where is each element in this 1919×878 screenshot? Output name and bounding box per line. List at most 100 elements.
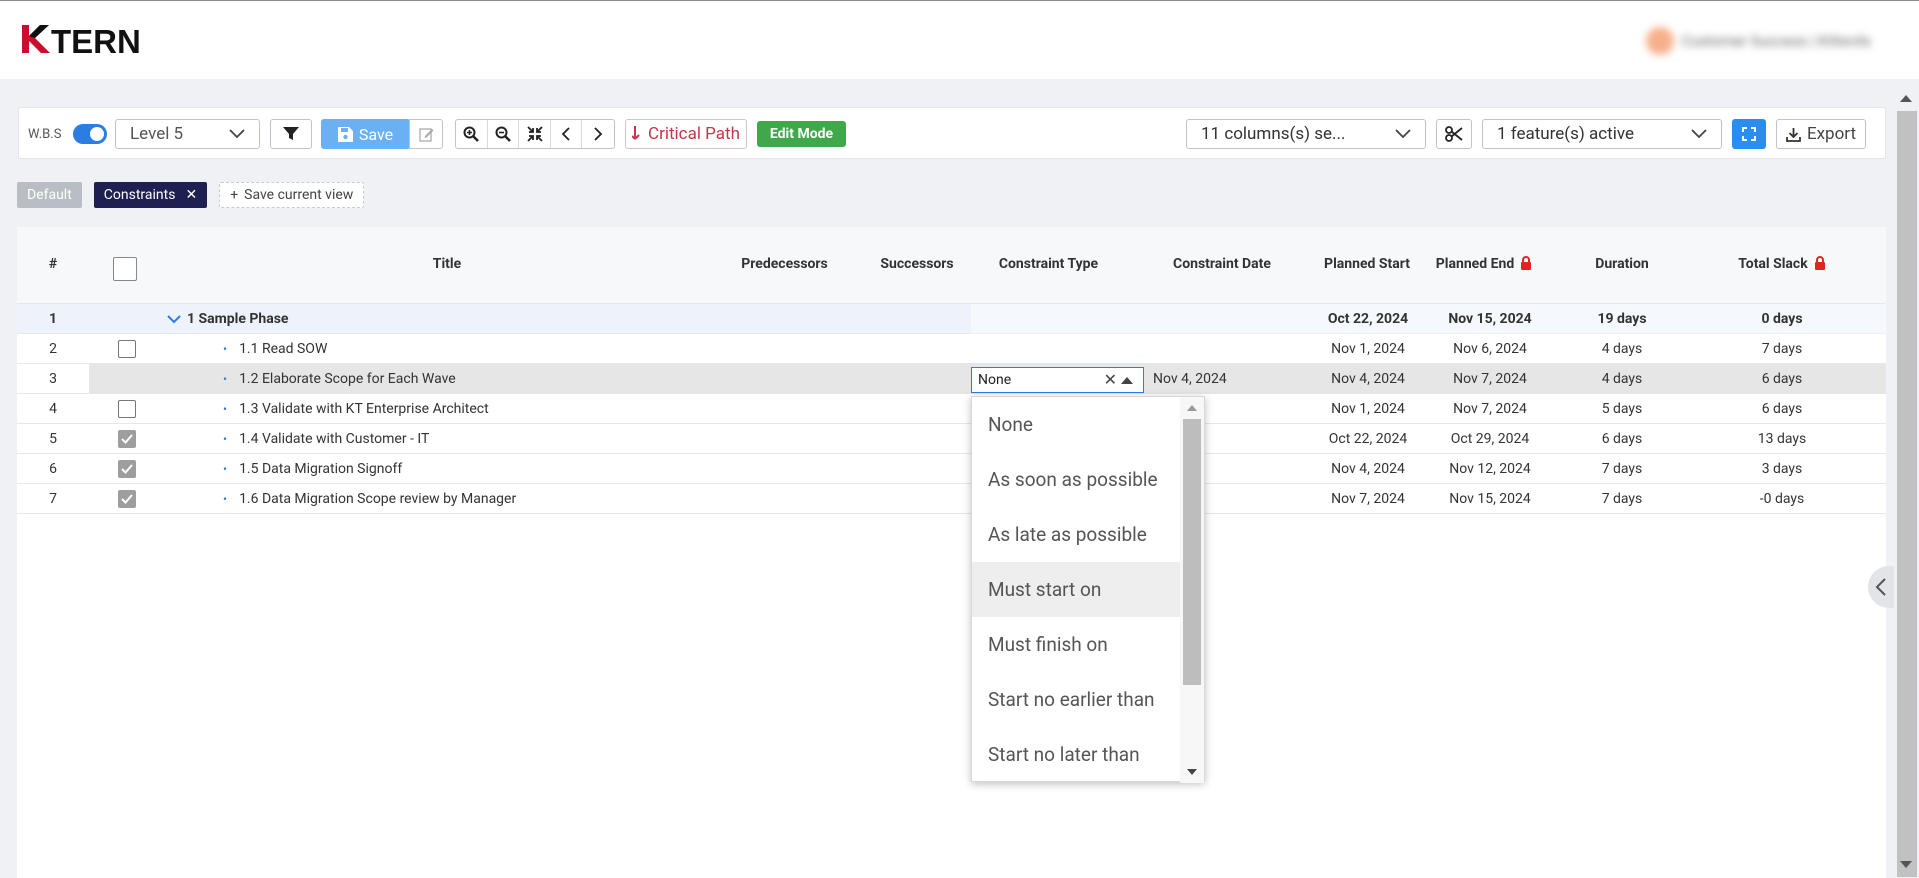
plus-icon: + bbox=[230, 187, 239, 203]
grid-header: # Title Predecessors Successors Constrai… bbox=[17, 227, 1886, 304]
row-checkbox-cell[interactable] bbox=[112, 334, 142, 364]
scissors-button[interactable] bbox=[1436, 119, 1472, 149]
row-constraint-date[interactable]: Nov 4, 2024 bbox=[1153, 364, 1273, 394]
col-duration[interactable]: Duration bbox=[1577, 256, 1667, 272]
view-default-tag[interactable]: Default bbox=[17, 182, 82, 208]
features-select[interactable]: 1 feature(s) active bbox=[1482, 119, 1722, 149]
table-row[interactable]: 7 • 1.6 Data Migration Scope review by Ma… bbox=[17, 484, 1886, 514]
table-row[interactable]: 4 • 1.3 Validate with KT Enterprise Archi… bbox=[17, 394, 1886, 424]
next-button[interactable] bbox=[582, 120, 614, 148]
dropdown-option[interactable]: Start no earlier than bbox=[972, 672, 1180, 727]
prev-button[interactable] bbox=[551, 120, 583, 148]
row-planned-start: Oct 22, 2024 bbox=[1327, 311, 1409, 327]
scroll-thumb[interactable] bbox=[1897, 111, 1917, 877]
dropdown-option[interactable]: Must finish on bbox=[972, 617, 1180, 672]
col-constraint-date[interactable]: Constraint Date bbox=[1147, 256, 1297, 272]
chevron-down-icon bbox=[1691, 129, 1707, 139]
edit-mode-button[interactable]: Edit Mode bbox=[757, 121, 846, 147]
fullscreen-button[interactable] bbox=[1732, 119, 1766, 149]
select-all-checkbox[interactable] bbox=[113, 257, 137, 281]
dropdown-option[interactable]: As soon as possible bbox=[972, 452, 1180, 507]
scroll-down-icon[interactable] bbox=[1900, 861, 1912, 868]
dropdown-option[interactable]: As late as possible bbox=[972, 507, 1180, 562]
level-select[interactable]: Level 5 bbox=[115, 119, 260, 149]
dropdown-option[interactable]: None bbox=[972, 397, 1180, 452]
zoom-in-button[interactable] bbox=[456, 120, 488, 148]
table-row[interactable]: 1 1 Sample Phase Oct 22, 2024 Nov 15, 20… bbox=[17, 304, 1886, 334]
clear-icon[interactable]: ✕ bbox=[1104, 370, 1117, 389]
critical-path-button[interactable]: Critical Path bbox=[625, 119, 747, 149]
row-title-cell[interactable]: • 1.5 Data Migration Signoff bbox=[167, 454, 727, 484]
user-avatar bbox=[1645, 27, 1674, 55]
row-checkbox[interactable] bbox=[118, 460, 136, 478]
row-duration: 19 days bbox=[1597, 311, 1647, 327]
row-duration: 6 days bbox=[1601, 431, 1643, 447]
table-row[interactable]: 5 • 1.4 Validate with Customer - IT Oct 2… bbox=[17, 424, 1886, 454]
scroll-down-icon[interactable] bbox=[1187, 769, 1197, 775]
edit-button[interactable] bbox=[409, 119, 443, 149]
row-title-cell[interactable]: • 1.6 Data Migration Scope review by Mana… bbox=[167, 484, 727, 514]
row-checkbox[interactable] bbox=[118, 400, 136, 418]
app-header: TERN Customer Success | Kittevils bbox=[0, 1, 1919, 79]
row-checkbox[interactable] bbox=[118, 340, 136, 358]
row-checkbox[interactable] bbox=[118, 490, 136, 508]
scroll-up-icon[interactable] bbox=[1187, 405, 1197, 411]
row-title-cell[interactable]: • 1.1 Read SOW bbox=[167, 334, 727, 364]
dropdown-option[interactable]: Start no later than bbox=[972, 727, 1180, 782]
row-checkbox-cell[interactable] bbox=[112, 484, 142, 514]
chevron-down-icon[interactable] bbox=[167, 314, 181, 324]
dropdown-scroll-thumb[interactable] bbox=[1183, 419, 1201, 685]
critical-path-icon bbox=[632, 126, 640, 140]
ktern-logo[interactable]: TERN bbox=[20, 21, 152, 57]
table-row[interactable]: 6 • 1.5 Data Migration Signoff Nov 4, 202… bbox=[17, 454, 1886, 484]
row-title-cell[interactable]: 1 Sample Phase bbox=[167, 304, 727, 334]
columns-select[interactable]: 11 columns(s) se... bbox=[1186, 119, 1426, 149]
row-planned-end: Oct 29, 2024 bbox=[1450, 431, 1530, 447]
table-row[interactable]: 2 • 1.1 Read SOW Nov 1, 2024 Nov 6, 2024 … bbox=[17, 334, 1886, 364]
col-num[interactable]: # bbox=[17, 256, 89, 272]
dropdown-scrollbar[interactable] bbox=[1180, 397, 1204, 783]
save-button[interactable]: Save bbox=[321, 119, 410, 149]
caret-up-icon[interactable] bbox=[1121, 377, 1133, 384]
col-total-slack-label: Total Slack bbox=[1738, 256, 1808, 272]
constraint-type-value: None bbox=[978, 372, 1012, 388]
row-checkbox[interactable] bbox=[118, 430, 136, 448]
gantt-grid: # Title Predecessors Successors Constrai… bbox=[17, 227, 1886, 878]
table-row[interactable]: 3 • 1.2 Elaborate Scope for Each Wave Non… bbox=[17, 364, 1886, 394]
view-constraints-label: Constraints bbox=[103, 187, 176, 203]
col-planned-end[interactable]: Planned End bbox=[1429, 256, 1539, 272]
download-icon bbox=[1786, 127, 1801, 142]
row-duration: 7 days bbox=[1601, 491, 1643, 507]
filter-button[interactable] bbox=[270, 119, 312, 149]
row-checkbox-cell[interactable] bbox=[112, 394, 142, 424]
dropdown-option[interactable]: Must start on bbox=[972, 562, 1180, 617]
constraint-type-combobox[interactable]: None ✕ bbox=[971, 367, 1144, 393]
row-checkbox-cell[interactable] bbox=[112, 424, 142, 454]
row-number: 1 bbox=[48, 311, 58, 327]
save-view-button[interactable]: + Save current view bbox=[219, 182, 365, 208]
view-constraints-tag[interactable]: Constraints ✕ bbox=[93, 182, 208, 208]
row-checkbox-cell[interactable] bbox=[112, 454, 142, 484]
scroll-up-icon[interactable] bbox=[1900, 95, 1912, 102]
col-title[interactable]: Title bbox=[367, 256, 527, 272]
col-predecessors[interactable]: Predecessors bbox=[717, 256, 852, 272]
fit-button[interactable] bbox=[519, 120, 551, 148]
export-button[interactable]: Export bbox=[1776, 119, 1866, 149]
zoom-out-button[interactable] bbox=[488, 120, 520, 148]
row-title: 1.2 Elaborate Scope for Each Wave bbox=[239, 371, 456, 387]
zoom-nav-group bbox=[455, 119, 615, 149]
col-successors[interactable]: Successors bbox=[857, 256, 977, 272]
page-scrollbar[interactable] bbox=[1893, 79, 1919, 878]
row-title-cell[interactable]: • 1.2 Elaborate Scope for Each Wave bbox=[167, 364, 727, 394]
row-total-slack: 6 days bbox=[1761, 371, 1803, 387]
close-icon[interactable]: ✕ bbox=[185, 187, 197, 203]
col-planned-start[interactable]: Planned Start bbox=[1307, 256, 1427, 272]
row-title-cell[interactable]: • 1.3 Validate with KT Enterprise Archite… bbox=[167, 394, 727, 424]
row-title-cell[interactable]: • 1.4 Validate with Customer - IT bbox=[167, 424, 727, 454]
col-constraint-type[interactable]: Constraint Type bbox=[971, 256, 1126, 272]
row-planned-start: Nov 4, 2024 bbox=[1331, 461, 1405, 477]
wbs-toggle[interactable] bbox=[73, 124, 107, 144]
user-profile[interactable]: Customer Success | Kittevils bbox=[1645, 27, 1871, 55]
row-number: 2 bbox=[49, 341, 57, 357]
col-total-slack[interactable]: Total Slack bbox=[1717, 256, 1847, 272]
